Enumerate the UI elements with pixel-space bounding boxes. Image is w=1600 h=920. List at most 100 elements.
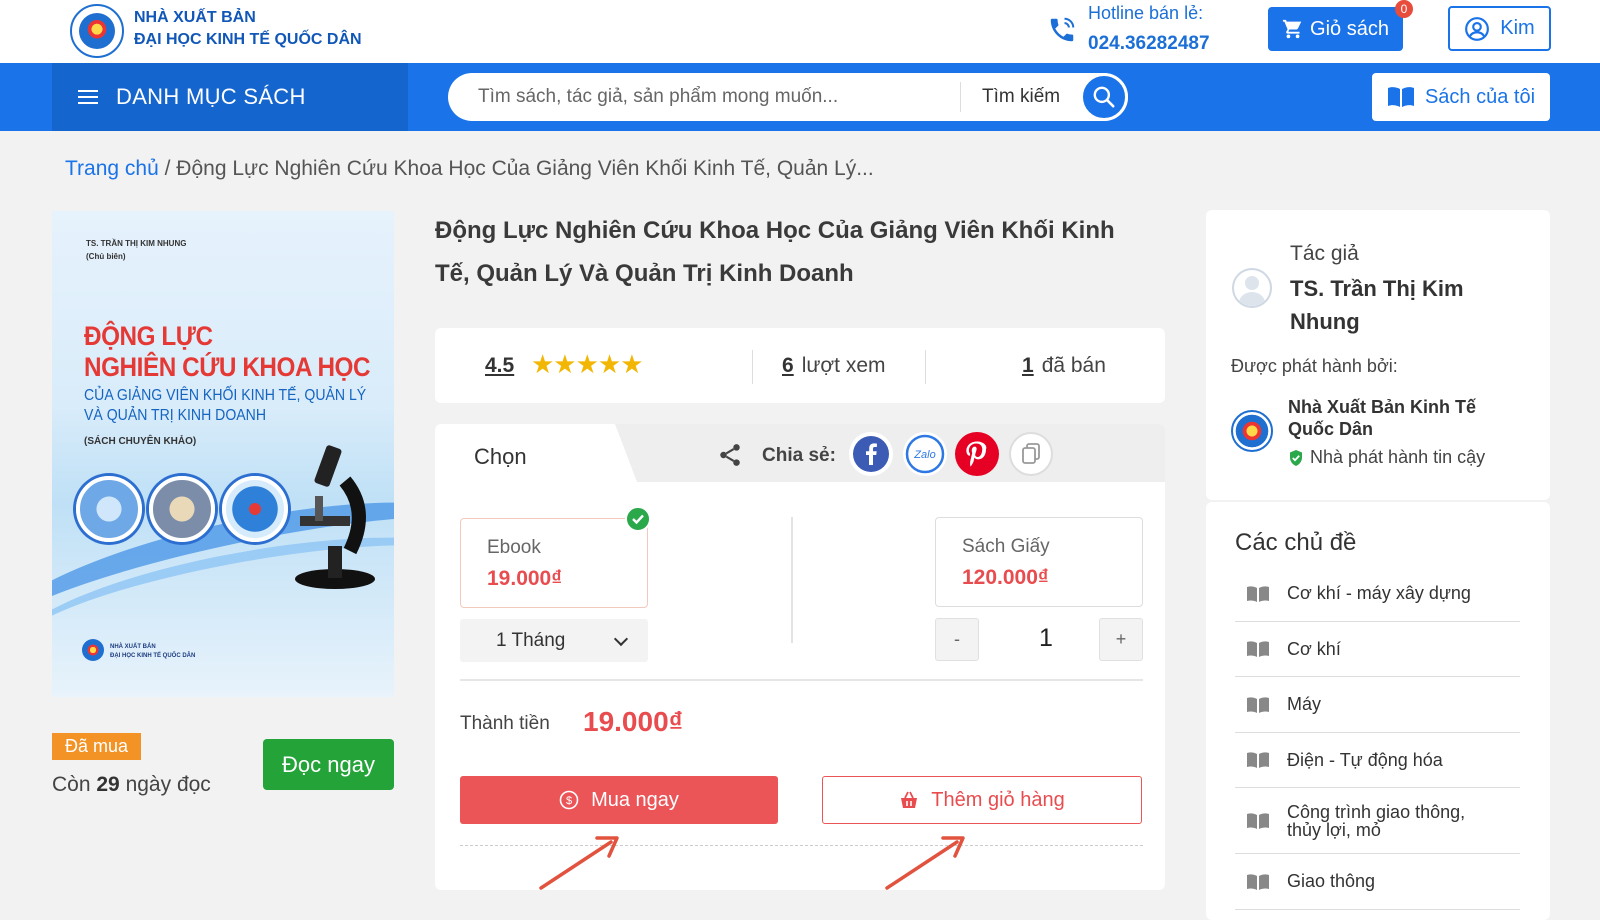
publisher-name-line2: ĐẠI HỌC KINH TẾ QUỐC DÂN [134, 31, 362, 48]
stats-divider [752, 350, 753, 384]
cover-team-illustration [222, 476, 288, 542]
section-divider [460, 679, 1143, 681]
paper-book-option[interactable]: Sách Giấy 120.000₫ [935, 517, 1143, 607]
pinterest-share-button[interactable] [955, 432, 999, 476]
check-icon [625, 506, 651, 532]
chevron-down-icon [613, 631, 629, 647]
purchased-badge: Đã mua [52, 733, 142, 760]
zalo-icon: Zalo [905, 434, 945, 474]
search-input[interactable] [478, 85, 918, 109]
arrow-annotation-icon [885, 836, 965, 890]
rating-value: 4.5 [485, 354, 515, 377]
book-cover-image[interactable]: TS. TRẦN THỊ KIM NHUNG (Chủ biên) ĐỘNG L… [52, 211, 394, 697]
cover-chart-illustration [76, 476, 142, 542]
trusted-label: Nhà phát hành tin cậy [1310, 447, 1486, 467]
publisher-side-name[interactable]: Nhà Xuất Bản Kinh Tế Quốc Dân [1288, 396, 1518, 440]
sold-count: 1 [1022, 354, 1034, 377]
purchase-options-panel: Chọn Chia sẻ: Zalo Ebook 19.000₫ Sách Gi… [435, 424, 1165, 890]
days-remaining-value: 29 [96, 773, 120, 796]
copy-icon [1022, 443, 1040, 464]
topic-item[interactable]: Cơ khí - máy xây dựng [1235, 566, 1520, 622]
share-label: Chia sẻ: [762, 445, 836, 466]
book-icon [1247, 752, 1269, 768]
publisher-name[interactable]: NHÀ XUẤT BẢN ĐẠI HỌC KINH TẾ QUỐC DÂN [134, 7, 362, 51]
views-stat: 6 lượt xem [782, 354, 886, 377]
read-now-button[interactable]: Đọc ngay [263, 739, 394, 790]
author-card: Tác giả TS. Trần Thị Kim Nhung Được phát… [1206, 210, 1550, 500]
cover-publisher: NHÀ XUẤT BẢN ĐẠI HỌC KINH TẾ QUỐC DÂN [82, 639, 195, 661]
facebook-share-button[interactable] [849, 432, 893, 476]
topic-item[interactable]: Giao thông [1235, 854, 1520, 910]
panel-tabbar: Chọn Chia sẻ: Zalo [435, 424, 1165, 482]
copy-link-button[interactable] [1009, 432, 1053, 476]
topic-item[interactable]: Điện - Tự động hóa [1235, 733, 1520, 788]
cart-button[interactable]: Giỏ sách [1268, 7, 1403, 51]
user-account-button[interactable]: Kim [1448, 6, 1551, 51]
issued-by-label: Được phát hành bởi: [1231, 356, 1398, 376]
book-stats: 4.5 ★★★★★ 6 lượt xem 1 đã bán [435, 328, 1165, 403]
cart-icon [1282, 19, 1302, 39]
search-icon [1093, 86, 1115, 108]
breadcrumb-current: / Động Lực Nghiên Cứu Khoa Học Của Giảng… [164, 157, 874, 180]
publisher-logo[interactable] [1231, 410, 1273, 452]
cover-author: TS. TRẦN THỊ KIM NHUNG (Chủ biên) [86, 239, 187, 261]
stats-divider [925, 350, 926, 384]
my-books-button[interactable]: Sách của tôi [1372, 73, 1550, 121]
cover-title: ĐỘNG LỰC NGHIÊN CỨU KHOA HỌC [84, 321, 371, 382]
author-name[interactable]: TS. Trần Thị Kim Nhung [1290, 272, 1520, 338]
buy-now-label: Mua ngay [591, 788, 679, 811]
hotline-number[interactable]: 024.36282487 [1088, 33, 1210, 55]
buy-now-button[interactable]: $ Mua ngay [460, 776, 778, 824]
duration-select[interactable]: 1 Tháng [460, 619, 648, 662]
my-books-label: Sách của tôi [1424, 85, 1536, 108]
views-count: 6 [782, 354, 794, 377]
duration-value: 1 Tháng [496, 629, 566, 651]
options-divider [791, 517, 793, 643]
category-menu-button[interactable]: DANH MỤC SÁCH [52, 63, 408, 131]
cover-people-illustration [149, 476, 215, 542]
add-to-cart-label: Thêm giỏ hàng [931, 788, 1065, 811]
book-icon [1247, 812, 1269, 829]
user-icon [1465, 16, 1490, 41]
coin-icon: $ [559, 790, 579, 810]
add-to-cart-button[interactable]: Thêm giỏ hàng [822, 776, 1142, 824]
search-button-label[interactable]: Tìm kiếm [982, 86, 1060, 108]
zalo-share-button[interactable]: Zalo [903, 432, 947, 476]
trusted-publisher: Nhà phát hành tin cậy [1288, 447, 1485, 468]
ebook-option[interactable]: Ebook 19.000₫ [460, 518, 648, 608]
svg-text:$: $ [566, 795, 572, 807]
tab-choose[interactable]: Chọn [435, 424, 637, 482]
quantity-decrease-button[interactable]: - [935, 618, 979, 661]
publisher-logo[interactable] [70, 4, 124, 58]
basket-icon [901, 791, 918, 808]
topic-item[interactable]: Công trình giao thông, thủy lợi, mỏ [1235, 788, 1520, 854]
search-bar: Tìm kiếm [448, 73, 1128, 121]
top-header: NHÀ XUẤT BẢN ĐẠI HỌC KINH TẾ QUỐC DÂN Ho… [0, 0, 1600, 63]
quantity-value[interactable]: 1 [1031, 624, 1061, 653]
search-button[interactable] [1080, 73, 1128, 121]
book-title: Động Lực Nghiên Cứu Khoa Học Của Giảng V… [435, 217, 1115, 287]
book-icon [1247, 641, 1269, 657]
topic-item[interactable]: Máy [1235, 677, 1520, 733]
book-icon [1247, 873, 1269, 890]
cart-count-badge: 0 [1395, 0, 1413, 18]
quantity-increase-button[interactable]: + [1099, 618, 1143, 661]
cover-subtitle: CỦA GIẢNG VIÊN KHỐI KINH TẾ, QUẢN LÝ VÀ … [84, 387, 367, 424]
topic-item[interactable]: Cơ khí [1235, 622, 1520, 677]
total-price: 19.000₫ [583, 706, 684, 737]
phone-icon [1050, 17, 1075, 42]
cart-label: Giỏ sách [1310, 17, 1389, 40]
arrow-annotation-icon [539, 836, 619, 890]
hotline-label: Hotline bán lẻ: [1088, 3, 1204, 23]
breadcrumb-home-link[interactable]: Trang chủ [65, 157, 159, 180]
author-avatar[interactable] [1232, 268, 1272, 308]
ebook-option-price: 19.000₫ [487, 567, 563, 590]
microscope-illustration [295, 445, 375, 589]
ebook-option-name: Ebook [487, 537, 541, 558]
cover-kind: (SÁCH CHUYÊN KHẢO) [84, 436, 197, 447]
publisher-name-line1: NHÀ XUẤT BẢN [134, 9, 256, 26]
search-separator [960, 82, 961, 112]
main-navbar: DANH MỤC SÁCH Tìm kiếm Sách của tôi [0, 63, 1600, 131]
shield-check-icon [1290, 449, 1302, 466]
pinterest-icon [966, 441, 987, 467]
